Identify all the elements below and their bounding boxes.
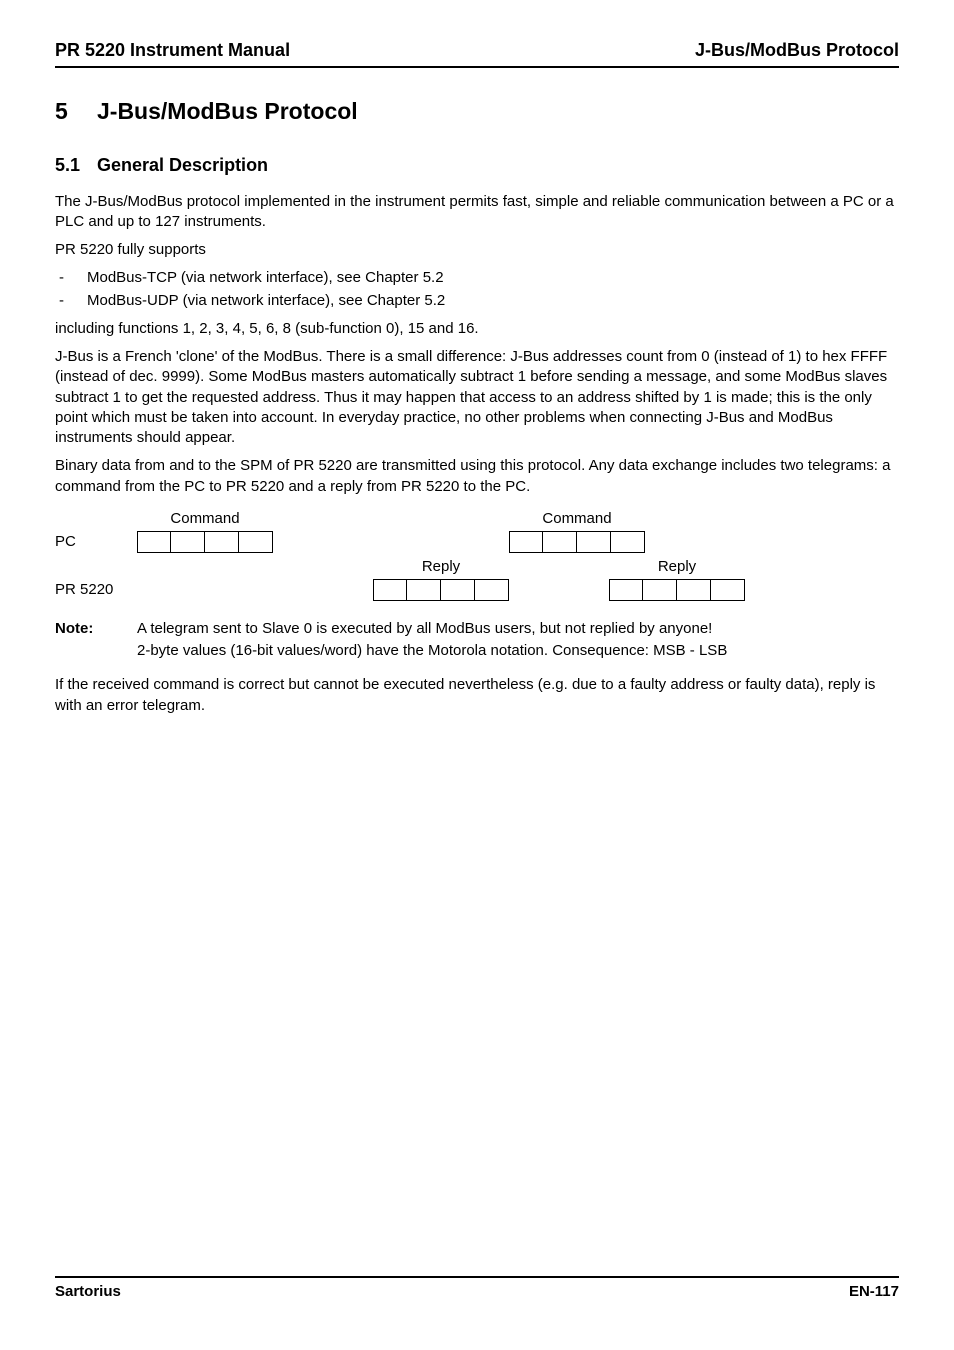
paragraph: If the received command is correct but c… — [55, 675, 899, 716]
diagram-pc-row: PC — [55, 529, 899, 555]
paragraph: including functions 1, 2, 3, 4, 5, 6, 8 … — [55, 319, 899, 339]
note-line: 2-byte values (16-bit values/word) have … — [137, 641, 899, 661]
reply-label: Reply — [609, 557, 745, 577]
paragraph: J-Bus is a French 'clone' of the ModBus.… — [55, 347, 899, 448]
list-dash: - — [55, 291, 87, 311]
page-footer: Sartorius EN-117 — [55, 1276, 899, 1302]
paragraph: Binary data from and to the SPM of PR 52… — [55, 456, 899, 497]
list-item: - ModBus-TCP (via network interface), se… — [55, 268, 899, 288]
command-frame — [137, 531, 273, 553]
footer-left: Sartorius — [55, 1282, 121, 1302]
pr-label: PR 5220 — [55, 580, 137, 600]
body-content: The J-Bus/ModBus protocol implemented in… — [55, 192, 899, 497]
section-number: 5.1 — [55, 153, 97, 177]
section-title-text: General Description — [97, 155, 268, 175]
header-title-right: J-Bus/ModBus Protocol — [695, 38, 899, 62]
diagram-caption-row: Reply Reply — [55, 555, 899, 577]
note-block: Note: A telegram sent to Slave 0 is exec… — [55, 619, 899, 639]
reply-frame — [609, 579, 745, 601]
chapter-number: 5 — [55, 96, 97, 127]
command-label: Command — [509, 509, 645, 529]
note-label: Note: — [55, 619, 137, 639]
chapter-title-text: J-Bus/ModBus Protocol — [97, 98, 358, 124]
paragraph: The J-Bus/ModBus protocol implemented in… — [55, 192, 899, 233]
note-line: A telegram sent to Slave 0 is executed b… — [137, 619, 899, 639]
command-label: Command — [137, 509, 273, 529]
chapter-heading: 5J-Bus/ModBus Protocol — [55, 96, 899, 127]
list-item: - ModBus-UDP (via network interface), se… — [55, 291, 899, 311]
telegram-diagram: Command Command PC Reply Reply PR 5220 — [55, 507, 899, 603]
diagram-pr-row: PR 5220 — [55, 577, 899, 603]
command-frame — [509, 531, 645, 553]
diagram-caption-row: Command Command — [55, 507, 899, 529]
list-text: ModBus-UDP (via network interface), see … — [87, 291, 445, 311]
section-heading: 5.1General Description — [55, 153, 899, 177]
footer-right: EN-117 — [849, 1282, 899, 1302]
page-header: PR 5220 Instrument Manual J-Bus/ModBus P… — [55, 38, 899, 68]
pc-label: PC — [55, 532, 137, 552]
list-dash: - — [55, 268, 87, 288]
header-title-left: PR 5220 Instrument Manual — [55, 38, 290, 62]
reply-label: Reply — [373, 557, 509, 577]
list-text: ModBus-TCP (via network interface), see … — [87, 268, 444, 288]
reply-frame — [373, 579, 509, 601]
paragraph: PR 5220 fully supports — [55, 240, 899, 260]
